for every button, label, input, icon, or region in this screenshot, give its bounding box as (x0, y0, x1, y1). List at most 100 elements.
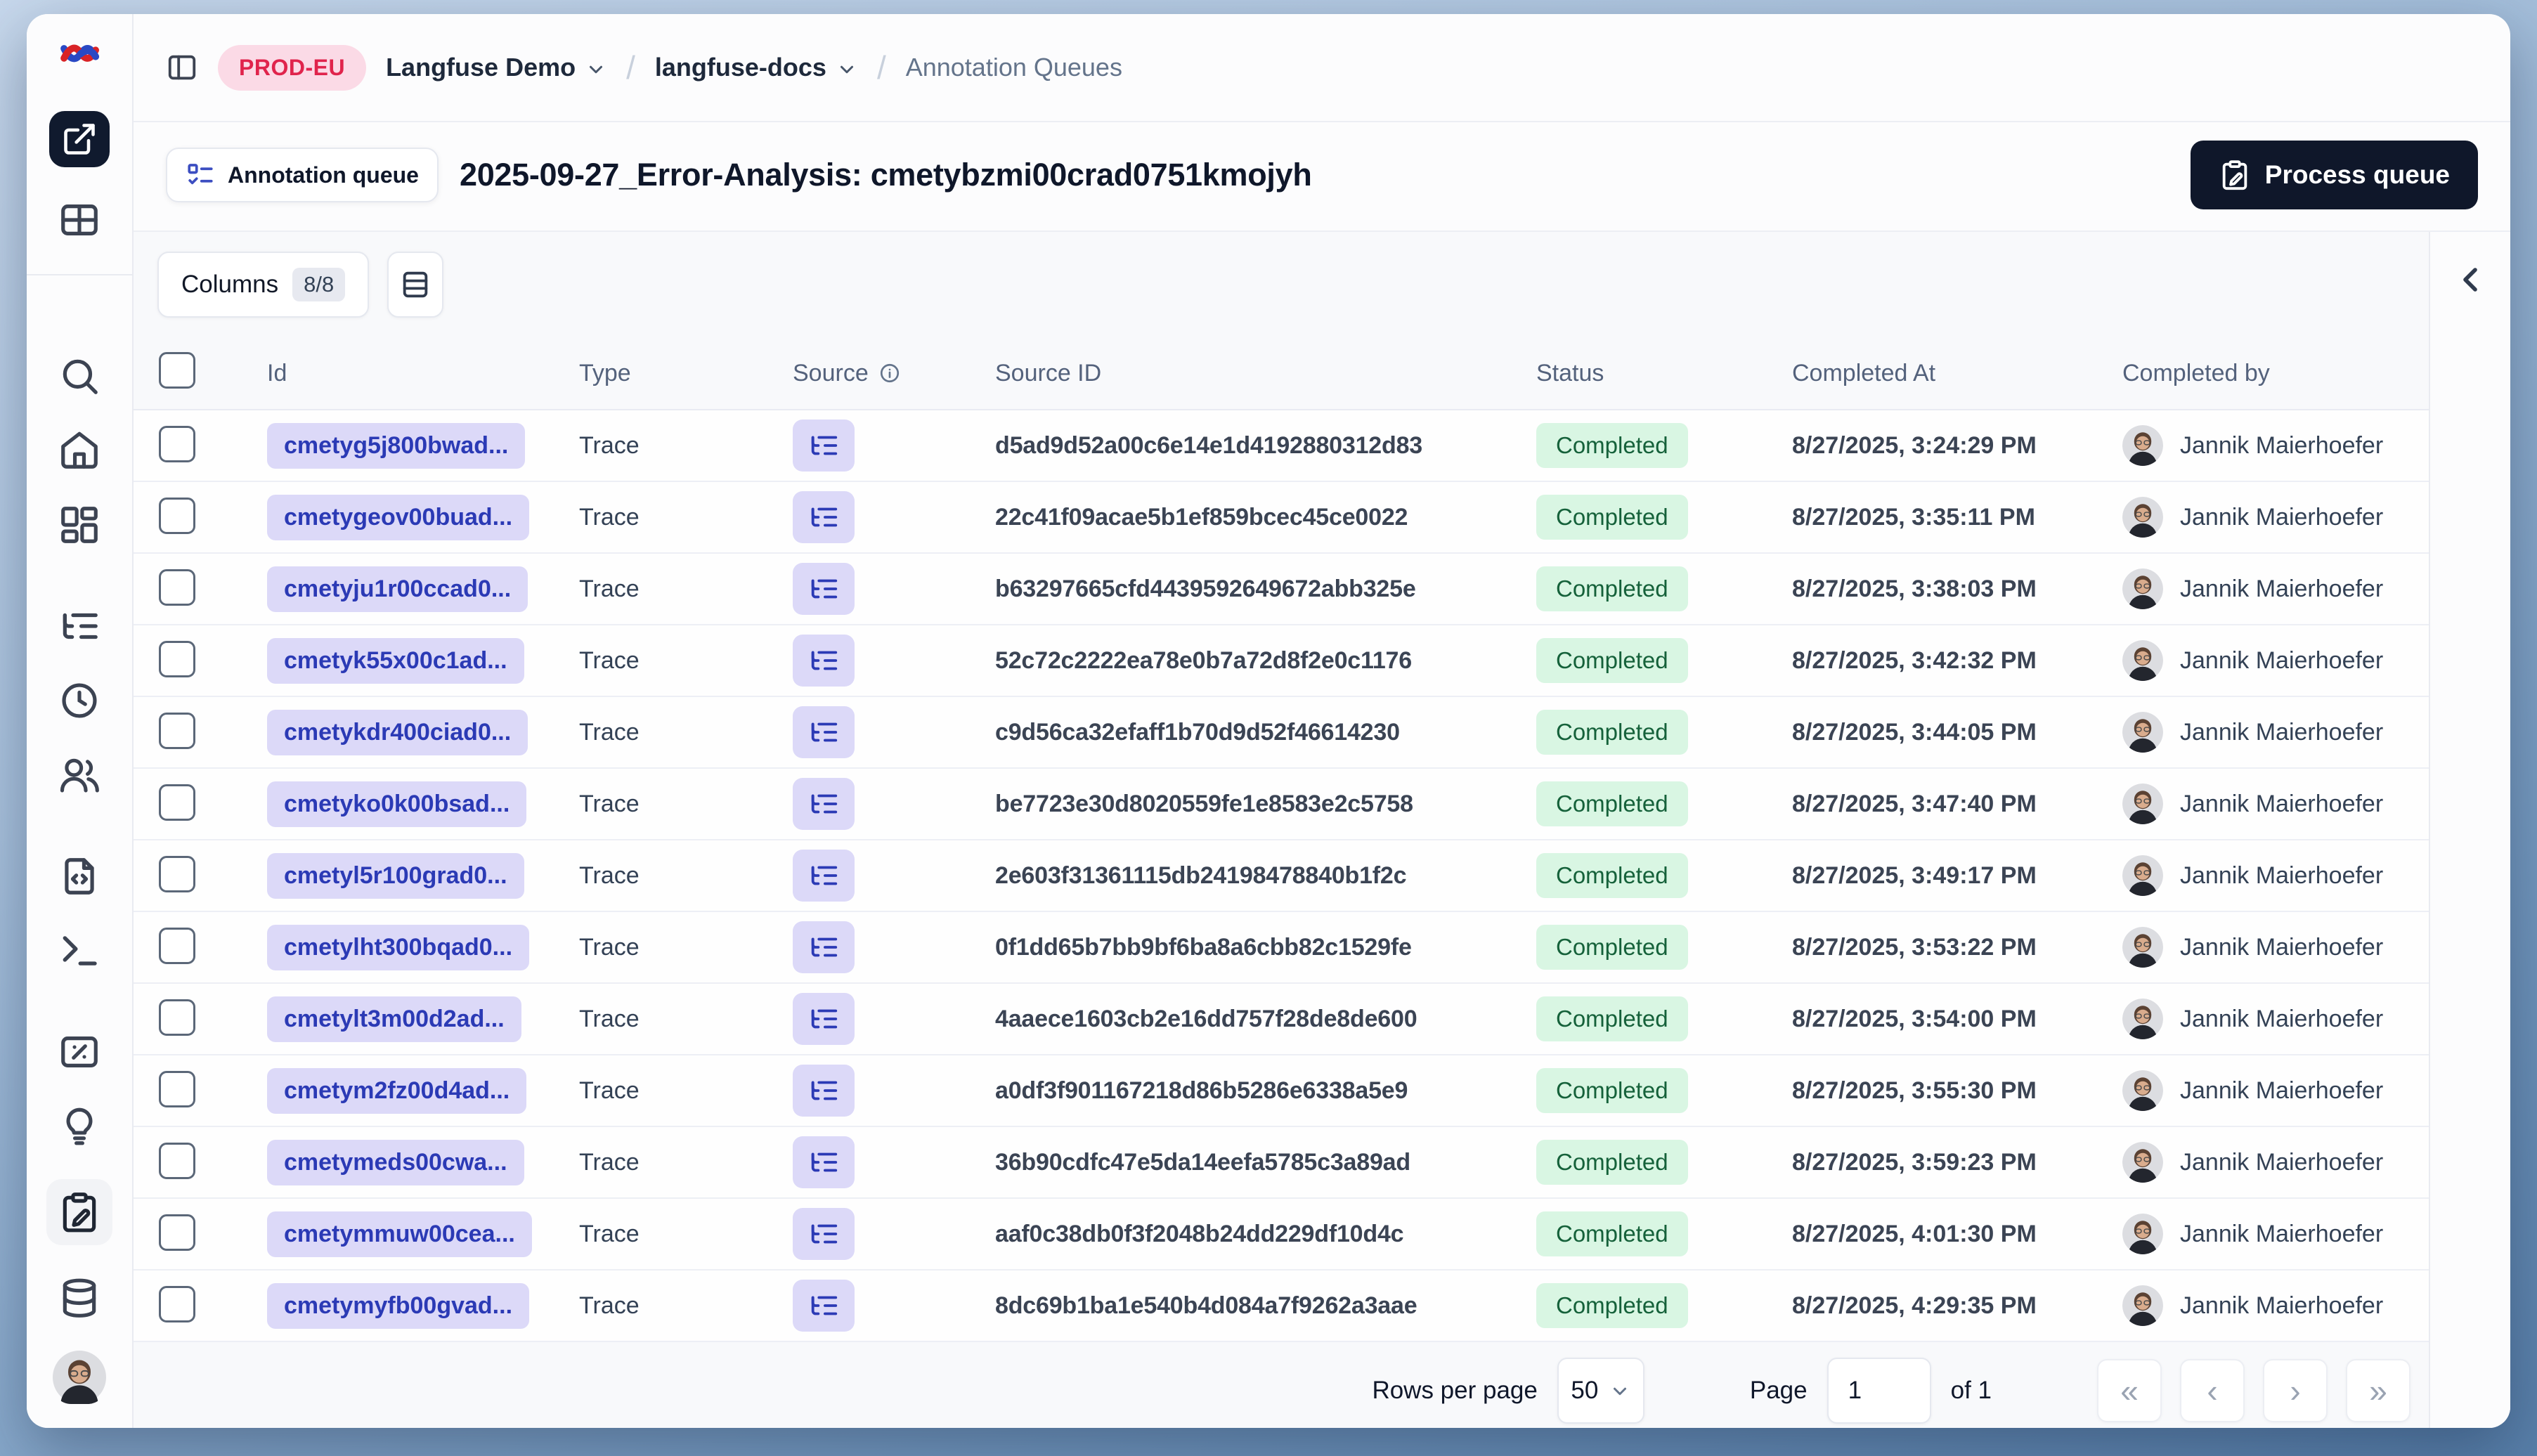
trace-source-button[interactable] (793, 420, 855, 472)
last-page-button[interactable]: » (2346, 1359, 2411, 1422)
row-id-badge[interactable]: cmetymeds00cwa... (267, 1139, 524, 1185)
table-view-icon[interactable] (58, 198, 101, 242)
table-row[interactable]: cmetym2fz00d4ad... Trace a0df3f901167218… (134, 1055, 2429, 1127)
row-checkbox[interactable] (159, 1285, 195, 1322)
trace-source-button[interactable] (793, 921, 855, 973)
row-id-badge[interactable]: cmetykdr400ciad0... (267, 709, 528, 755)
row-checkbox[interactable] (159, 784, 195, 821)
table-row[interactable]: cmetymyfb00gvad... Trace 8dc69b1ba1e540b… (134, 1270, 2429, 1342)
row-id-badge[interactable]: cmetyko0k00bsad... (267, 781, 527, 827)
row-checkbox[interactable] (159, 855, 195, 892)
insights-lightbulb-icon[interactable] (58, 1105, 101, 1148)
row-completed-at: 8/27/2025, 3:38:03 PM (1792, 575, 2037, 602)
completed-by-avatar (2122, 1142, 2163, 1183)
completed-by-avatar (2122, 712, 2163, 753)
home-icon[interactable] (58, 429, 101, 472)
trace-source-button[interactable] (793, 491, 855, 543)
datasets-database-icon[interactable] (58, 1276, 101, 1320)
trace-source-button[interactable] (793, 993, 855, 1045)
trace-source-button[interactable] (793, 850, 855, 902)
row-checkbox[interactable] (159, 497, 195, 534)
row-source-id: 52c72c2222ea78e0b7a72d8f2e0c1176 (995, 646, 1412, 674)
select-all-checkbox[interactable] (159, 351, 195, 389)
status-badge: Completed (1536, 638, 1688, 683)
row-checkbox[interactable] (159, 640, 195, 677)
columns-button[interactable]: Columns 8/8 (157, 252, 370, 318)
row-id-badge[interactable]: cmetylt3m00d2ad... (267, 996, 521, 1042)
trace-source-button[interactable] (793, 563, 855, 615)
playground-terminal-icon[interactable] (58, 929, 101, 973)
project-name: langfuse-docs (654, 53, 826, 82)
row-checkbox[interactable] (159, 999, 195, 1036)
breadcrumb-page[interactable]: Annotation Queues (906, 53, 1122, 82)
table-row[interactable]: cmetyk55x00c1ad... Trace 52c72c2222ea78e… (134, 625, 2429, 697)
table-row[interactable]: cmetyl5r100grad0... Trace 2e603f31361115… (134, 840, 2429, 912)
sidebar-item-share[interactable] (49, 111, 110, 167)
table-body: cmetyg5j800bwad... Trace d5ad9d52a00c6e1… (134, 410, 2429, 1342)
row-checkbox[interactable] (159, 927, 195, 964)
col-header-completed-at[interactable]: Completed At (1771, 360, 2108, 387)
evaluation-percent-icon[interactable] (58, 1030, 101, 1074)
row-id-badge[interactable]: cmetym2fz00d4ad... (267, 1067, 527, 1114)
table-row[interactable]: cmetylht300bqad0... Trace 0f1dd65b7bb9bf… (134, 912, 2429, 984)
dashboard-icon[interactable] (58, 503, 101, 547)
row-checkbox[interactable] (159, 568, 195, 606)
table-row[interactable]: cmetymmuw00cea... Trace aaf0c38db0f3f204… (134, 1199, 2429, 1270)
panel-collapse-chevron-icon[interactable] (2451, 260, 2490, 299)
trace-source-button[interactable] (793, 706, 855, 758)
col-header-id[interactable]: Id (253, 360, 569, 387)
sessions-clock-icon[interactable] (58, 679, 101, 722)
table-row[interactable]: cmetyg5j800bwad... Trace d5ad9d52a00c6e1… (134, 410, 2429, 482)
row-id-badge[interactable]: cmetylht300bqad0... (267, 924, 530, 970)
org-switcher[interactable]: Langfuse Demo (386, 53, 606, 82)
col-header-completed-by[interactable]: Completed by (2108, 360, 2429, 387)
page-number-input[interactable]: 1 (1826, 1358, 1931, 1424)
page-total-label: of 1 (1950, 1377, 1992, 1404)
table-row[interactable]: cmetylt3m00d2ad... Trace 4aaece1603cb2e1… (134, 984, 2429, 1055)
info-icon[interactable] (878, 362, 901, 384)
process-queue-button[interactable]: Process queue (2190, 141, 2478, 209)
row-checkbox[interactable] (159, 425, 195, 462)
row-checkbox[interactable] (159, 1070, 195, 1107)
trace-source-button[interactable] (793, 635, 855, 687)
row-checkbox[interactable] (159, 1214, 195, 1251)
row-id-badge[interactable]: cmetymyfb00gvad... (267, 1282, 530, 1329)
users-icon[interactable] (58, 753, 101, 797)
table-row[interactable]: cmetyko0k00bsad... Trace be7723e30d80205… (134, 769, 2429, 840)
rows-per-page-select[interactable]: 50 (1557, 1358, 1644, 1424)
first-page-button[interactable]: « (2097, 1359, 2162, 1422)
search-icon[interactable] (58, 354, 101, 398)
table-row[interactable]: cmetyju1r00ccad0... Trace b63297665cfd44… (134, 554, 2429, 625)
table-row[interactable]: cmetygeov00buad... Trace 22c41f09acae5b1… (134, 482, 2429, 554)
next-page-button[interactable]: › (2263, 1359, 2328, 1422)
user-avatar[interactable] (53, 1351, 106, 1404)
row-checkbox[interactable] (159, 712, 195, 749)
table-row[interactable]: cmetykdr400ciad0... Trace c9d56ca32efaff… (134, 697, 2429, 769)
row-id-badge[interactable]: cmetyl5r100grad0... (267, 852, 524, 899)
trace-source-button[interactable] (793, 1280, 855, 1332)
trace-source-button[interactable] (793, 1136, 855, 1188)
row-id-badge[interactable]: cmetyk55x00c1ad... (267, 637, 524, 684)
table-row[interactable]: cmetymeds00cwa... Trace 36b90cdfc47e5da1… (134, 1127, 2429, 1199)
row-id-badge[interactable]: cmetymmuw00cea... (267, 1211, 532, 1257)
col-header-type[interactable]: Type (569, 360, 773, 387)
col-header-source-id[interactable]: Source ID (984, 360, 1525, 387)
queue-type-pill[interactable]: Annotation queue (166, 148, 439, 202)
row-id-badge[interactable]: cmetyg5j800bwad... (267, 422, 526, 469)
trace-source-button[interactable] (793, 778, 855, 830)
prev-page-button[interactable]: ‹ (2180, 1359, 2245, 1422)
row-height-button[interactable] (387, 252, 444, 318)
row-id-badge[interactable]: cmetyju1r00ccad0... (267, 566, 528, 612)
environment-badge[interactable]: PROD-EU (218, 44, 367, 91)
project-switcher[interactable]: langfuse-docs (655, 53, 857, 82)
col-header-status[interactable]: Status (1525, 360, 1771, 387)
col-header-source[interactable]: Source (773, 360, 984, 387)
sidebar-item-annotation-queues-active[interactable] (46, 1179, 112, 1245)
traces-icon[interactable] (58, 604, 101, 648)
row-id-badge[interactable]: cmetygeov00buad... (267, 494, 530, 540)
prompts-file-code-icon[interactable] (58, 854, 101, 898)
panel-toggle-icon[interactable] (166, 51, 198, 84)
trace-source-button[interactable] (793, 1208, 855, 1260)
row-checkbox[interactable] (159, 1142, 195, 1179)
trace-source-button[interactable] (793, 1065, 855, 1117)
